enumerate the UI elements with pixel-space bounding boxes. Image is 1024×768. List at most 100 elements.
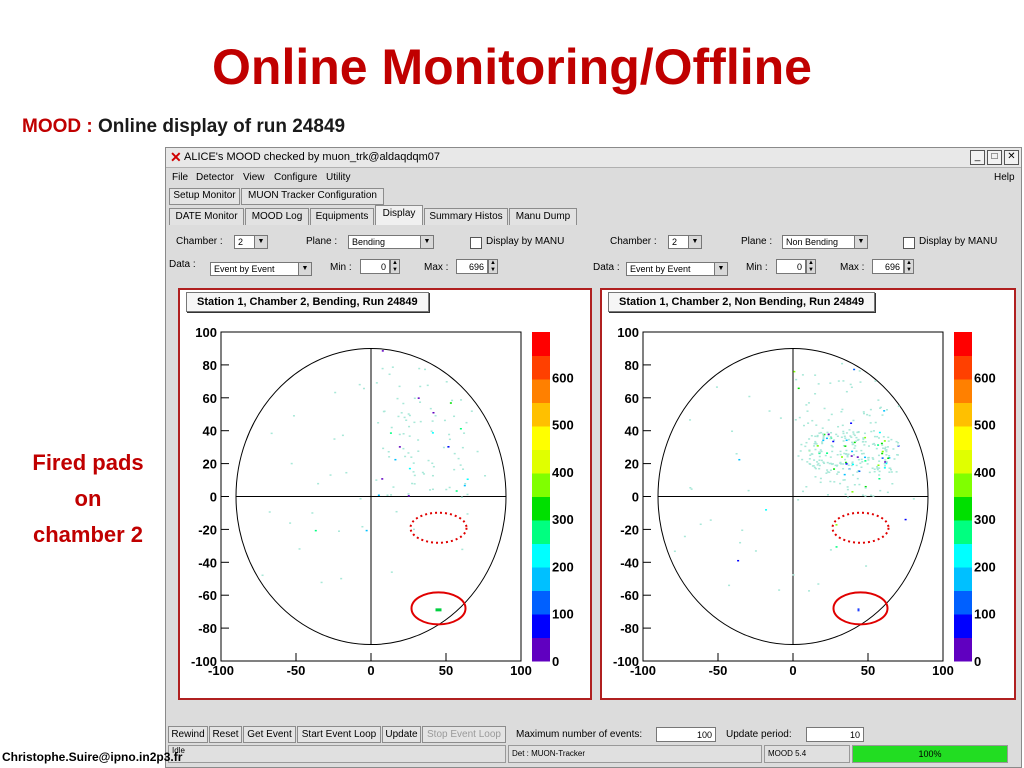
chamber-select[interactable]: 2 ▼ (234, 235, 268, 249)
tab-display[interactable]: Display (375, 205, 423, 225)
muon-tracker-config-button[interactable]: MUON Tracker Configuration (241, 188, 384, 205)
fired-pad (897, 405, 900, 408)
min-spinner-right[interactable]: ▲ ▼ (806, 259, 816, 274)
fired-pad (861, 461, 864, 463)
fired-pad (883, 465, 886, 467)
menu-file[interactable]: File (172, 172, 188, 183)
color-scale-segment (532, 496, 550, 521)
data-mode-select-right[interactable]: Event by Event ▼ (626, 262, 728, 276)
fired-pad (844, 445, 847, 447)
menu-configure[interactable]: Configure (274, 172, 317, 183)
max-input-right[interactable]: 696 (872, 259, 904, 274)
tab-summary-histos[interactable]: Summary Histos (424, 208, 508, 225)
plot-panel-non-bending: Station 1, Chamber 2, Non Bending, Run 2… (600, 288, 1016, 700)
color-scale-segment (954, 449, 972, 474)
chamber-value: 2 (672, 237, 678, 247)
fired-pad (375, 479, 378, 481)
menu-view[interactable]: View (243, 172, 265, 183)
fired-pad (388, 373, 391, 376)
fired-pad (412, 471, 415, 473)
minimize-button[interactable]: _ (970, 150, 985, 165)
slide-title: Online Monitoring/Offline (212, 39, 812, 95)
close-button[interactable]: ✕ (1004, 150, 1019, 165)
min-spinner[interactable]: ▲ ▼ (390, 259, 400, 274)
fired-pad (311, 512, 314, 514)
y-tick-label: -80 (620, 621, 639, 636)
fired-pad (876, 435, 879, 438)
fired-pad (816, 435, 819, 438)
max-spinner-right[interactable]: ▲ ▼ (904, 259, 914, 274)
fired-pad (846, 486, 849, 488)
stop-event-loop-button[interactable]: Stop Event Loop (422, 726, 506, 743)
fired-pad (833, 481, 836, 483)
fired-pad (818, 464, 821, 467)
tab-manu-dump[interactable]: Manu Dump (509, 208, 577, 225)
color-scale-segment (954, 426, 972, 450)
color-scale-segment (532, 355, 550, 380)
menu-help[interactable]: Help (994, 172, 1015, 183)
color-scale-segment (532, 473, 550, 497)
fired-pad (816, 445, 819, 447)
tab-equipments[interactable]: Equipments (310, 208, 374, 225)
fired-pad (830, 431, 833, 434)
fired-pad (735, 453, 738, 455)
fired-pad (841, 362, 844, 365)
max-spinner[interactable]: ▲ ▼ (488, 259, 498, 274)
display-by-manu-checkbox[interactable] (470, 237, 482, 249)
reset-button[interactable]: Reset (209, 726, 242, 743)
plane-select-right[interactable]: Non Bending ▼ (782, 235, 868, 249)
fired-pad (754, 550, 757, 552)
side-label-line: on (74, 486, 102, 511)
fired-pad (878, 474, 881, 476)
fired-pad (862, 412, 865, 415)
fired-pad (846, 488, 849, 491)
fired-pad (861, 494, 864, 496)
fired-pad (847, 453, 850, 456)
fired-pad (862, 452, 865, 455)
fired-pad (892, 448, 895, 450)
y-tick-label: -40 (198, 555, 217, 570)
color-scale-label: 500 (552, 418, 574, 433)
fired-pad (417, 439, 420, 441)
fired-pad (842, 440, 845, 442)
fired-pad (887, 436, 890, 439)
fired-pad (884, 459, 887, 461)
fired-pad (261, 574, 264, 577)
update-button[interactable]: Update (382, 726, 421, 743)
color-scale-label: 600 (974, 370, 996, 385)
fired-pad (895, 440, 898, 443)
plane-select[interactable]: Bending ▼ (348, 235, 434, 249)
data-mode-select[interactable]: Event by Event ▼ (210, 262, 312, 276)
fired-pad (809, 454, 812, 456)
fired-pad (453, 468, 456, 471)
fired-pad (852, 463, 855, 466)
fired-pad (808, 462, 811, 465)
start-event-loop-button[interactable]: Start Event Loop (297, 726, 381, 743)
get-event-button[interactable]: Get Event (243, 726, 296, 743)
max-input[interactable]: 696 (456, 259, 488, 274)
fired-pad (814, 467, 817, 470)
window-titlebar[interactable]: ✕ ALICE's MOOD checked by muon_trk@aldaq… (166, 148, 1021, 168)
rewind-button[interactable]: Rewind (168, 726, 208, 743)
fired-pad (835, 433, 838, 436)
fired-pad (862, 440, 865, 443)
max-events-input[interactable]: 100 (656, 727, 716, 742)
chamber-select-right[interactable]: 2 ▼ (668, 235, 702, 249)
menu-detector[interactable]: Detector (196, 172, 234, 183)
fired-pad (829, 437, 832, 440)
tab-date-monitor[interactable]: DATE Monitor (169, 208, 244, 225)
x-tick-label: 50 (439, 663, 453, 678)
setup-monitor-button[interactable]: Setup Monitor (169, 188, 240, 205)
fired-pad (418, 367, 421, 370)
fired-pad (466, 493, 469, 496)
min-input[interactable]: 0 (360, 259, 390, 274)
display-by-manu-checkbox-right[interactable] (903, 237, 915, 249)
fired-pad (459, 427, 462, 430)
update-period-input[interactable]: 10 (806, 727, 864, 742)
min-input-right[interactable]: 0 (776, 259, 806, 274)
menu-utility[interactable]: Utility (326, 172, 350, 183)
maximize-button[interactable]: □ (987, 150, 1002, 165)
tab-mood-log[interactable]: MOOD Log (245, 208, 309, 225)
side-label-line: Fired pads (32, 450, 144, 475)
fired-pad (377, 494, 380, 497)
